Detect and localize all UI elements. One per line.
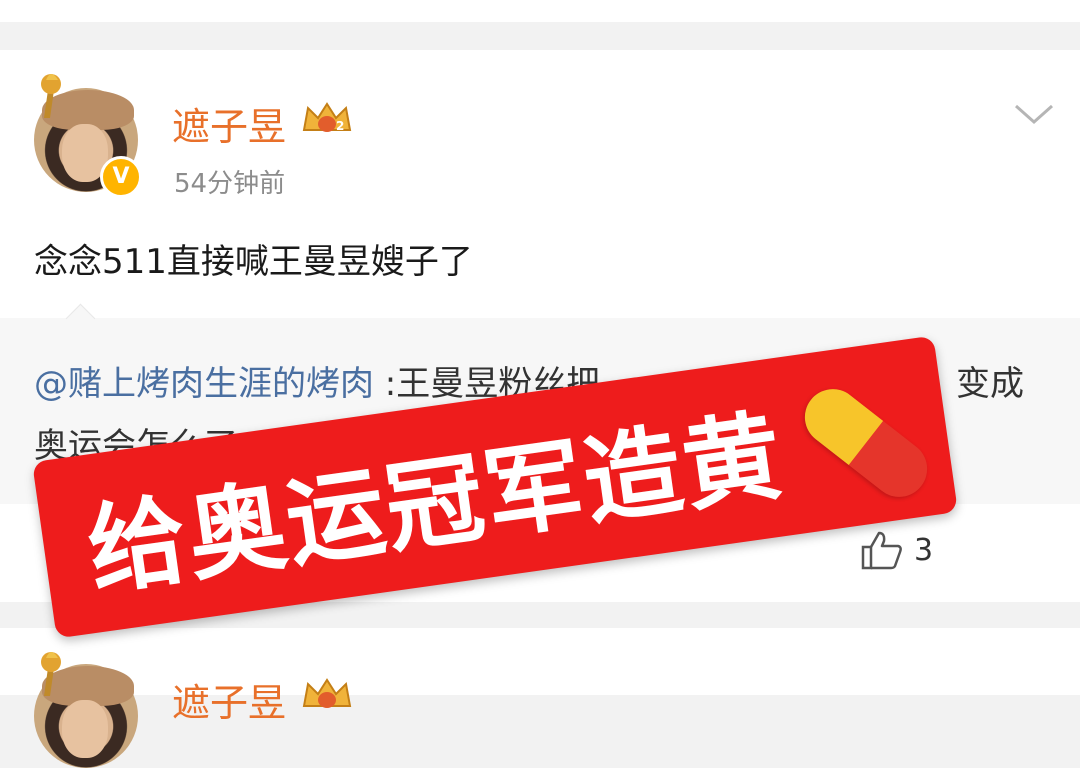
next-post-author[interactable]: 遮子昱 xyxy=(172,672,286,727)
quote-line-1-end: 变成 xyxy=(956,364,1024,404)
verified-v-icon: V xyxy=(100,156,142,198)
previous-post-bottom xyxy=(0,0,1080,22)
svg-text:2: 2 xyxy=(336,119,344,133)
like-count: 3 xyxy=(914,532,934,568)
post-time: 54分钟前 xyxy=(174,169,286,199)
crown-badge-icon[interactable]: 2 xyxy=(300,100,354,138)
quote-mention-link[interactable]: @赌上烤肉生涯的烤肉 xyxy=(34,364,374,404)
torch-decoration-icon xyxy=(41,74,61,118)
like-button[interactable]: 3 xyxy=(860,530,933,570)
next-crown-badge-icon[interactable] xyxy=(300,676,354,714)
thumbs-up-icon xyxy=(861,531,902,570)
author-name[interactable]: 遮子昱 xyxy=(172,96,286,151)
chevron-down-icon[interactable] xyxy=(1012,100,1056,128)
post-body-text: 念念511直接喊王曼昱嫂子了 xyxy=(34,242,473,282)
next-torch-decoration-icon xyxy=(41,652,61,696)
next-post-card xyxy=(0,628,1080,695)
